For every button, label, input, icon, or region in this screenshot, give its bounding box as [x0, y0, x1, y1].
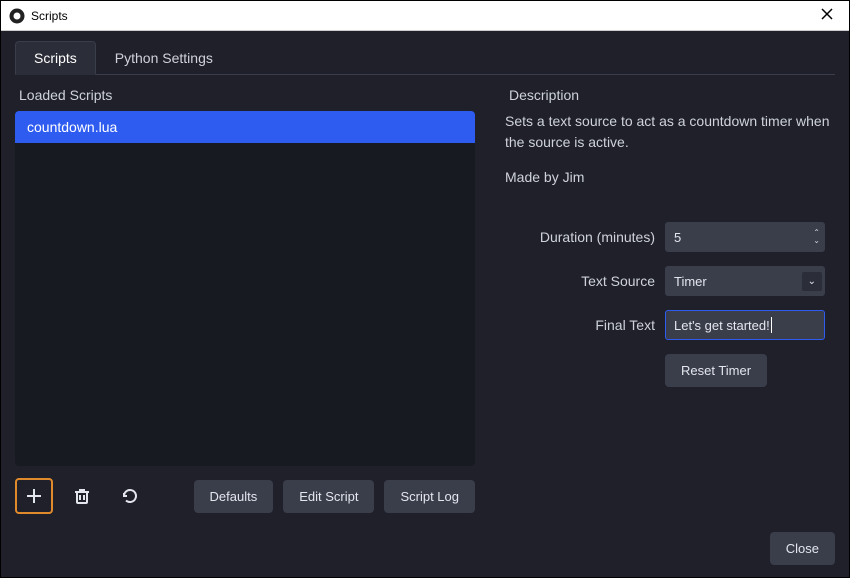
final-text-input[interactable]: Let's get started! [665, 310, 825, 340]
defaults-button[interactable]: Defaults [194, 480, 274, 513]
main-panel: Loaded Scripts countdown.lua Defaults [15, 87, 835, 514]
chevron-down-icon[interactable]: ⌄ [813, 237, 820, 245]
text-source-label: Text Source [505, 273, 665, 289]
reload-icon [121, 487, 139, 505]
text-cursor [771, 317, 772, 333]
duration-spinner[interactable]: ⌃ ⌄ [813, 229, 820, 245]
window-title: Scripts [31, 9, 813, 23]
left-panel: Loaded Scripts countdown.lua Defaults [15, 87, 475, 514]
footer: Close [15, 532, 835, 565]
final-text-row: Final Text Let's get started! [505, 310, 835, 340]
script-properties: Duration (minutes) 5 ⌃ ⌄ [505, 222, 835, 401]
final-text-label: Final Text [505, 317, 665, 333]
duration-value: 5 [674, 230, 681, 245]
duration-label: Duration (minutes) [505, 229, 665, 245]
tab-bar: Scripts Python Settings [15, 41, 835, 75]
scripts-listbox[interactable]: countdown.lua [15, 111, 475, 466]
close-button[interactable]: Close [770, 532, 835, 565]
add-script-button[interactable] [15, 478, 53, 514]
content-area: Scripts Python Settings Loaded Scripts c… [1, 31, 849, 577]
reset-timer-button[interactable]: Reset Timer [665, 354, 767, 387]
reset-row: Reset Timer [505, 354, 835, 387]
chevron-down-icon: ⌄ [802, 272, 822, 291]
scripts-window: Scripts Scripts Python Settings Loaded S… [0, 0, 850, 578]
trash-icon [73, 487, 91, 505]
final-text-value: Let's get started! [674, 318, 770, 333]
description-label: Description [505, 87, 835, 103]
remove-script-button[interactable] [63, 478, 101, 514]
tab-python-settings[interactable]: Python Settings [96, 41, 232, 74]
app-icon [9, 8, 25, 24]
right-panel: Description Sets a text source to act as… [505, 87, 835, 514]
text-source-row: Text Source Timer ⌄ [505, 266, 835, 296]
list-item[interactable]: countdown.lua [15, 111, 475, 143]
text-source-value: Timer [674, 274, 707, 289]
window-close-button[interactable] [813, 5, 841, 27]
edit-script-button[interactable]: Edit Script [283, 480, 374, 513]
plus-icon [25, 487, 43, 505]
duration-input[interactable]: 5 ⌃ ⌄ [665, 222, 825, 252]
duration-row: Duration (minutes) 5 ⌃ ⌄ [505, 222, 835, 252]
script-toolbar: Defaults Edit Script Script Log [15, 478, 475, 514]
titlebar: Scripts [1, 1, 849, 31]
script-log-button[interactable]: Script Log [384, 480, 475, 513]
loaded-scripts-label: Loaded Scripts [15, 87, 475, 103]
description-text-1: Sets a text source to act as a countdown… [505, 111, 835, 153]
reload-script-button[interactable] [111, 478, 149, 514]
text-source-select[interactable]: Timer ⌄ [665, 266, 825, 296]
tab-scripts[interactable]: Scripts [15, 41, 96, 75]
description-text-2: Made by Jim [505, 167, 835, 188]
